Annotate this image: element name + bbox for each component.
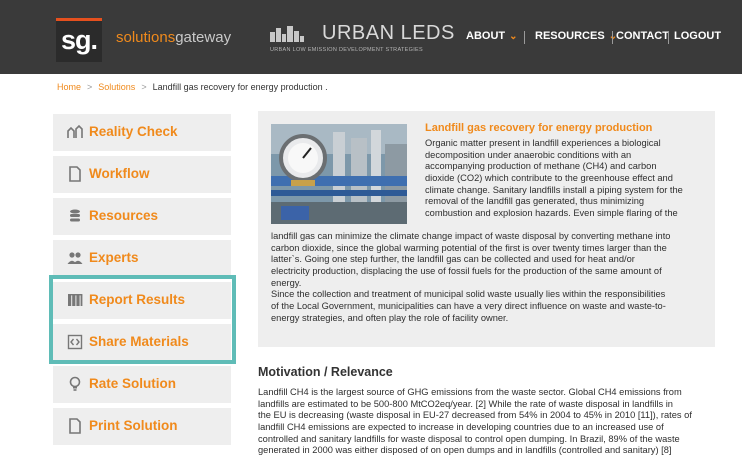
sidebar-item-experts[interactable]: Experts xyxy=(53,240,231,277)
document-icon xyxy=(69,166,81,182)
intro-paragraph-full: landfill gas can minimize the climate ch… xyxy=(271,231,715,324)
site-header: sg. solutionsgateway URBAN LEDS URBAN LO… xyxy=(0,0,742,74)
text-line: energy strategies, and often play the ro… xyxy=(271,312,509,323)
chart-icon xyxy=(67,124,83,138)
text-line: Landfill CH4 is the largest source of GH… xyxy=(258,387,682,397)
chevron-down-icon: ⌄ xyxy=(509,31,518,42)
text-line: accompanying production of methane (CH4)… xyxy=(425,161,657,172)
sidebar-item-reality-check[interactable]: Reality Check xyxy=(53,114,231,151)
urban-title: URBAN LEDS xyxy=(322,22,455,44)
database-icon xyxy=(70,209,80,222)
solution-title: Landfill gas recovery for energy product… xyxy=(425,122,653,134)
text-line: electricity production, displacing the u… xyxy=(271,265,662,276)
logo-text: sg. xyxy=(60,25,98,55)
nav-resources[interactable]: RESOURCES⌄ xyxy=(535,30,617,42)
text-line: decomposition under anaerobic conditions… xyxy=(425,149,632,160)
sidebar-item-print-solution[interactable]: Print Solution xyxy=(53,408,231,445)
text-line: carbon dioxide, since the global warming… xyxy=(271,242,667,253)
text-line: climate change. Sanitary landfills insta… xyxy=(425,184,683,195)
page: sg. solutionsgateway URBAN LEDS URBAN LO… xyxy=(0,0,742,459)
text-line: of the Local Government, municipalities … xyxy=(271,300,666,311)
pipes-photo-illustration xyxy=(271,124,407,224)
urban-subtitle: URBAN LOW EMISSION DEVELOPMENT STRATEGIE… xyxy=(270,47,423,53)
text-line: Organic matter present in landfill exper… xyxy=(425,138,661,148)
brand-highlight: solutions xyxy=(116,29,176,46)
text-line: landfill CH4 emissions are expected to i… xyxy=(258,421,664,432)
text-line: landfill gas can minimize the climate ch… xyxy=(271,231,671,241)
text-line: controlled and sanitary landfills for wa… xyxy=(258,433,680,444)
breadcrumb: Home > Solutions > Landfill gas recovery for… xyxy=(57,82,328,92)
text-line: dioxide (CO2) which contribute to the gr… xyxy=(425,172,673,183)
motivation-heading: Motivation / Relevance xyxy=(258,365,393,379)
breadcrumb-current: Landfill gas recovery for energy product… xyxy=(152,82,328,92)
nav-divider xyxy=(612,31,613,44)
lightbulb-icon xyxy=(69,376,81,391)
sidebar-item-workflow[interactable]: Workflow xyxy=(53,156,231,193)
sidebar-item-resources[interactable]: Resources xyxy=(53,198,231,235)
text-line: landfills are estimated to be 500-800 Mt… xyxy=(258,398,673,409)
text-line: removal of the landfill gas generated, t… xyxy=(425,196,645,207)
nav-divider xyxy=(524,31,525,44)
city-skyline-icon xyxy=(270,26,304,42)
nav-logout[interactable]: LOGOUT xyxy=(674,30,721,42)
text-line: the EU is decreasing (waste disposal in … xyxy=(258,410,692,421)
urban-leds-logo[interactable]: URBAN LEDS URBAN LOW EMISSION DEVELOPMEN… xyxy=(270,22,454,56)
breadcrumb-home[interactable]: Home xyxy=(57,82,81,92)
text-line: latter`s. Going one step further, the la… xyxy=(271,254,635,265)
text-line: energy. xyxy=(271,277,302,288)
document-icon xyxy=(69,418,81,434)
brand-rest: gateway xyxy=(175,29,232,46)
text-line: generated in 2000 was either disposed of… xyxy=(258,445,672,456)
solution-intro-card: Landfill gas recovery for energy product… xyxy=(258,111,715,347)
nav-divider xyxy=(668,31,669,44)
chevron-right-icon: > xyxy=(87,82,93,92)
motivation-paragraph: Landfill CH4 is the largest source of GH… xyxy=(258,387,718,457)
nav-contact[interactable]: CONTACT xyxy=(616,30,669,42)
sidebar-item-rate-solution[interactable]: Rate Solution xyxy=(53,366,231,403)
highlight-frame xyxy=(49,275,236,364)
landfill-gas-plant-image xyxy=(271,124,407,224)
breadcrumb-solutions[interactable]: Solutions xyxy=(98,82,135,92)
people-icon xyxy=(67,252,83,264)
brand-name[interactable]: solutionsgateway xyxy=(116,29,231,46)
nav-about[interactable]: ABOUT ⌄ xyxy=(466,30,518,42)
text-line: combustion and explosion hazards. Even s… xyxy=(425,207,678,218)
intro-paragraph-wrapped: Organic matter present in landfill exper… xyxy=(425,138,711,220)
chevron-right-icon: > xyxy=(141,82,147,92)
sg-logo[interactable]: sg. xyxy=(56,18,102,62)
text-line: Since the collection and treatment of mu… xyxy=(271,289,666,300)
